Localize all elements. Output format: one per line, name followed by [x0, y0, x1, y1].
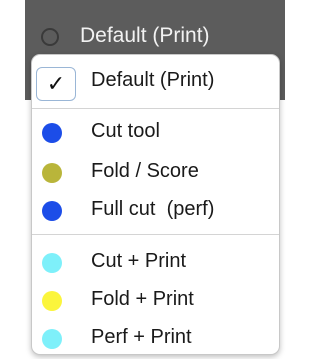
style-dropdown-menu: ✓ Default (Print) Cut tool Fold / Score …	[31, 54, 280, 355]
menu-item-label: Perf + Print	[91, 326, 192, 348]
color-dot-icon	[42, 201, 62, 221]
menu-item-cut-tool[interactable]: Cut tool	[32, 115, 279, 151]
menu-item-default-print[interactable]: ✓ Default (Print)	[32, 64, 279, 101]
color-dot-icon	[42, 253, 62, 273]
menu-divider	[32, 234, 279, 235]
header-row[interactable]: Default (Print)	[25, 18, 285, 58]
menu-item-full-cut-perf[interactable]: Full cut (perf)	[32, 193, 279, 229]
menu-item-perf-print[interactable]: Perf + Print	[32, 321, 279, 357]
menu-item-label: Cut tool	[91, 120, 160, 142]
color-dot-icon	[42, 123, 62, 143]
color-dot-icon	[42, 163, 62, 183]
menu-item-label: Fold + Print	[91, 288, 194, 310]
menu-item-label: Fold / Score	[91, 160, 199, 182]
menu-item-cut-print[interactable]: Cut + Print	[32, 245, 279, 281]
checkmark-icon: ✓	[36, 67, 76, 101]
menu-divider	[32, 108, 279, 109]
menu-item-label: Cut + Print	[91, 250, 187, 272]
menu-item-fold-print[interactable]: Fold + Print	[32, 283, 279, 319]
color-dot-icon	[42, 291, 62, 311]
menu-item-label: Default (Print)	[91, 69, 215, 91]
menu-item-fold-score[interactable]: Fold / Score	[32, 155, 279, 191]
header-label: Default (Print)	[80, 24, 210, 47]
menu-item-label: Full cut (perf)	[91, 198, 215, 220]
radio-icon[interactable]	[41, 28, 59, 46]
color-dot-icon	[42, 329, 62, 349]
